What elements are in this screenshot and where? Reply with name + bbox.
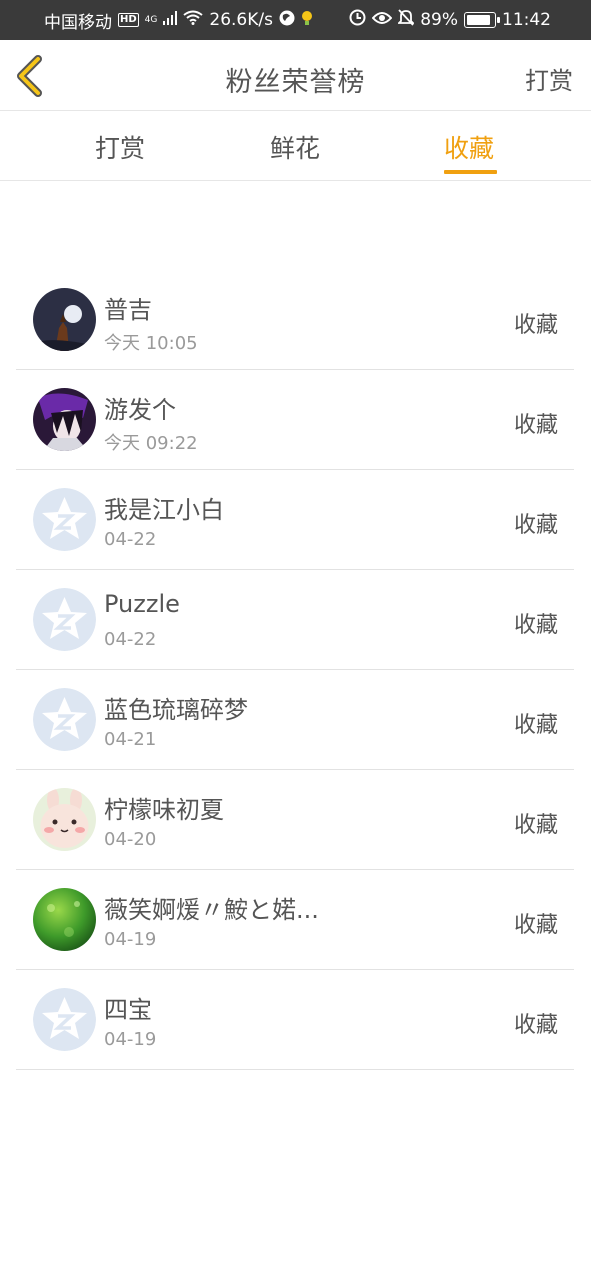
wifi-icon: [183, 10, 203, 30]
favorite-label: 收藏: [513, 513, 558, 538]
favorite-label: 收藏: [513, 313, 558, 338]
favorite-time: 04-19: [104, 929, 157, 950]
favorite-label: 收藏: [513, 713, 558, 738]
status-bar: 中国移动 HD 4G 26.6K/s 89% 11:42: [0, 0, 591, 40]
list-item[interactable]: 我是江小白 04-22 收藏: [16, 470, 574, 570]
tab-reward[interactable]: 打赏: [95, 129, 145, 165]
favorite-time: 04-21: [104, 729, 157, 750]
carrier-label: 中国移动: [44, 12, 112, 33]
user-name: 普吉: [104, 296, 152, 324]
favorite-label: 收藏: [513, 1013, 558, 1038]
user-name: 游发个: [104, 396, 176, 424]
default-star-avatar[interactable]: [33, 688, 96, 751]
list-item[interactable]: 游发个 今天 09:22 收藏: [16, 370, 574, 470]
network-speed: 26.6K/s: [209, 10, 273, 30]
list-item[interactable]: Puzzle 04-22 收藏: [16, 570, 574, 670]
list-item[interactable]: 四宝 04-19 收藏: [16, 970, 574, 1070]
nav-bar: 粉丝荣誉榜 打赏: [0, 40, 591, 111]
network-label: 4G: [144, 15, 158, 25]
user-name: 我是江小白: [104, 496, 224, 524]
mute-icon: [397, 9, 416, 31]
clock-lock-icon: [349, 9, 366, 31]
signal-icon: [163, 10, 178, 30]
favorite-label: 收藏: [513, 413, 558, 438]
user-name: Puzzle: [104, 590, 180, 618]
active-tab-indicator: [444, 170, 497, 174]
favorite-label: 收藏: [513, 913, 558, 938]
default-star-avatar[interactable]: [33, 988, 96, 1051]
favorite-label: 收藏: [513, 613, 558, 638]
favorite-time: 今天 09:22: [104, 433, 198, 454]
hd-badge: HD: [118, 13, 139, 27]
reward-button[interactable]: 打赏: [525, 61, 573, 96]
app-icon: [279, 10, 295, 31]
user-name: 薇笑婀煖〃鮟と婼...: [104, 896, 319, 924]
battery-percent: 89%: [420, 10, 458, 30]
tab-favorites[interactable]: 收藏: [444, 129, 494, 165]
status-bar-left: 中国移动 HD 4G 26.6K/s: [44, 8, 313, 33]
favorite-time: 04-19: [104, 1029, 157, 1050]
green-bokeh-avatar[interactable]: [33, 888, 96, 951]
list-item[interactable]: 普吉 今天 10:05 收藏: [16, 270, 574, 370]
moon-night-avatar[interactable]: [33, 288, 96, 351]
list-item[interactable]: 柠檬味初夏 04-20 收藏: [16, 770, 574, 870]
favorites-list: 普吉 今天 10:05 收藏 游发个 今天 09:22 收藏 我是江小白 04-…: [16, 270, 574, 1070]
list-item[interactable]: 蓝色琉璃碎梦 04-21 收藏: [16, 670, 574, 770]
user-name: 柠檬味初夏: [104, 796, 224, 824]
favorite-time: 04-20: [104, 829, 157, 850]
anime-character-avatar[interactable]: [33, 388, 96, 451]
tab-bar: 打赏 鲜花 收藏: [0, 111, 591, 181]
notification-icon: [301, 10, 313, 31]
page-title: 粉丝荣誉榜: [225, 67, 366, 98]
default-star-avatar[interactable]: [33, 488, 96, 551]
tab-flowers[interactable]: 鲜花: [270, 129, 320, 165]
battery-fill: [467, 15, 491, 25]
favorite-time: 04-22: [104, 629, 157, 650]
user-name: 蓝色琉璃碎梦: [104, 696, 248, 724]
battery-icon: [464, 12, 500, 28]
favorite-time: 04-22: [104, 529, 157, 550]
status-time: 11:42: [502, 10, 551, 30]
eye-icon: [371, 10, 393, 30]
favorite-time: 今天 10:05: [104, 333, 198, 354]
list-item[interactable]: 薇笑婀煖〃鮟と婼... 04-19 收藏: [16, 870, 574, 970]
user-name: 四宝: [104, 996, 152, 1024]
favorite-label: 收藏: [513, 813, 558, 838]
default-star-avatar[interactable]: [33, 588, 96, 651]
status-bar-right: 89% 11:42: [349, 9, 551, 31]
bunny-avatar[interactable]: [33, 788, 96, 851]
